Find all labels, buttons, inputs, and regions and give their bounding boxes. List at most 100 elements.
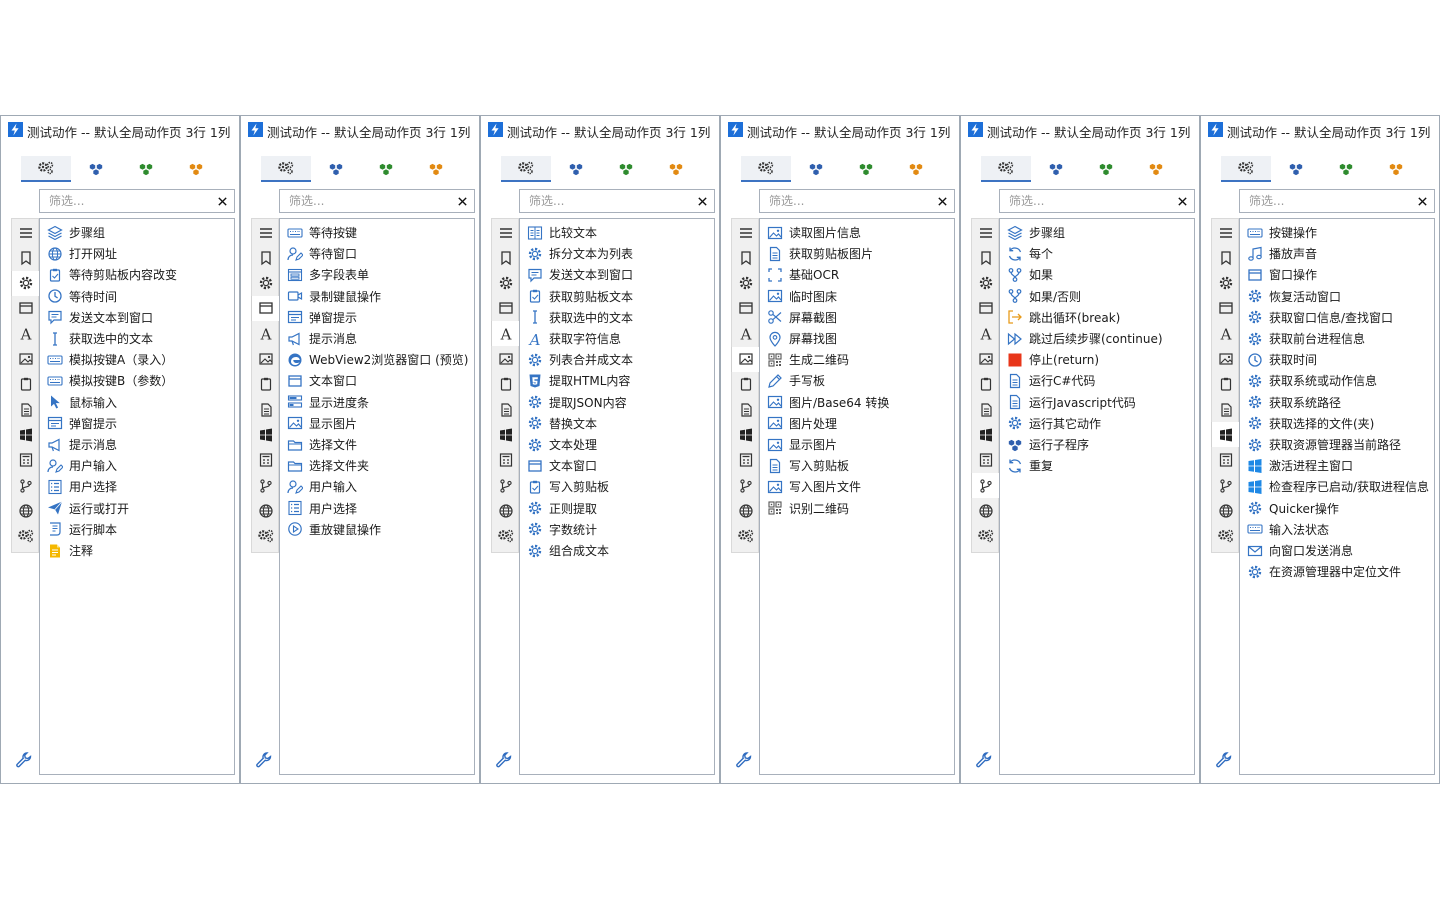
list-item[interactable]: 用户输入: [280, 476, 474, 497]
wrench-icon[interactable]: [975, 752, 993, 770]
sidebar-item-clipboard[interactable]: [492, 372, 520, 397]
sidebar-item-bookmark[interactable]: [492, 245, 520, 270]
close-icon[interactable]: [1173, 192, 1191, 210]
sidebar-item-gear[interactable]: [11, 270, 40, 296]
close-icon[interactable]: [213, 192, 231, 210]
list-item[interactable]: 鼠标输入: [40, 392, 234, 413]
sidebar-item-text[interactable]: A: [491, 321, 520, 347]
sidebar-item-document[interactable]: [12, 397, 40, 422]
list-item[interactable]: 模拟按键A（录入）: [40, 349, 234, 370]
tab-gears[interactable]: [261, 156, 311, 182]
list-item[interactable]: 文本窗口: [280, 370, 474, 391]
list-item[interactable]: 输入法状态: [1240, 519, 1434, 540]
list-item[interactable]: 图片/Base64 转换: [760, 392, 954, 413]
list-item[interactable]: 屏幕截图: [760, 307, 954, 328]
list-item[interactable]: 在资源管理器中定位文件: [1240, 561, 1434, 582]
sidebar-item-image[interactable]: [1212, 347, 1240, 372]
sidebar-item-gears[interactable]: [732, 524, 760, 549]
list-item[interactable]: 写入图片文件: [760, 476, 954, 497]
list-item[interactable]: 注释: [40, 540, 234, 561]
list-item[interactable]: WebView2浏览器窗口 (预览): [280, 349, 474, 370]
list-item[interactable]: 等待窗口: [280, 243, 474, 264]
list-item[interactable]: 组合成文本: [520, 540, 714, 561]
list-item[interactable]: 步骤组: [1000, 222, 1194, 243]
list-item[interactable]: 列表合并成文本: [520, 349, 714, 370]
list-item[interactable]: 替换文本: [520, 413, 714, 434]
tab-gears[interactable]: [1221, 156, 1271, 182]
close-icon[interactable]: [693, 192, 711, 210]
sidebar-item-clipboard[interactable]: [252, 372, 280, 397]
list-item[interactable]: 显示图片: [760, 434, 954, 455]
list-item[interactable]: 步骤组: [40, 222, 234, 243]
list-item[interactable]: 获取选择的文件(夹): [1240, 413, 1434, 434]
sidebar-item-document[interactable]: [732, 397, 760, 422]
sidebar-item-window[interactable]: [1212, 296, 1240, 321]
list-item[interactable]: 获取前台进程信息: [1240, 328, 1434, 349]
list-item[interactable]: 获取资源管理器当前路径: [1240, 434, 1434, 455]
sidebar-item-windows[interactable]: [972, 422, 1000, 447]
sidebar-item-gear[interactable]: [732, 271, 760, 296]
list-item[interactable]: 弹窗提示: [40, 413, 234, 434]
filter-input[interactable]: [1240, 190, 1410, 212]
sidebar-item-image[interactable]: [12, 347, 40, 372]
sidebar-item-branch[interactable]: [971, 473, 1000, 498]
tab-gears[interactable]: [21, 156, 71, 182]
list-item[interactable]: 播放声音: [1240, 243, 1434, 264]
list-item[interactable]: 获取剪贴板文本: [520, 286, 714, 307]
tab-cubes-orange[interactable]: [1371, 156, 1421, 182]
sidebar-item-branch[interactable]: [252, 473, 280, 498]
sidebar-item-gear[interactable]: [492, 271, 520, 296]
sidebar-item-windows[interactable]: [252, 422, 280, 447]
close-icon[interactable]: [453, 192, 471, 210]
list-item[interactable]: 恢复活动窗口: [1240, 286, 1434, 307]
sidebar-item-gear[interactable]: [1212, 271, 1240, 296]
list-item[interactable]: 跳出循环(break): [1000, 307, 1194, 328]
list-item[interactable]: 获取选中的文本: [40, 328, 234, 349]
list-item[interactable]: 正则提取: [520, 498, 714, 519]
list-item[interactable]: 用户选择: [40, 476, 234, 497]
sidebar-item-calculator[interactable]: [492, 448, 520, 473]
sidebar-item-window[interactable]: [492, 296, 520, 321]
sidebar-item-text[interactable]: A: [252, 321, 280, 346]
sidebar-item-window[interactable]: [732, 296, 760, 321]
list-item[interactable]: 向窗口发送消息: [1240, 540, 1434, 561]
list-item[interactable]: 获取系统或动作信息: [1240, 370, 1434, 391]
sidebar-item-menu[interactable]: [732, 220, 760, 245]
list-item[interactable]: 获取剪贴板图片: [760, 243, 954, 264]
sidebar-item-gears[interactable]: [12, 524, 40, 549]
list-item[interactable]: 重放键鼠操作: [280, 519, 474, 540]
title-bar[interactable]: 测试动作 -- 默认全局动作页 3行 1列: [1, 116, 239, 144]
title-bar[interactable]: 测试动作 -- 默认全局动作页 3行 1列: [241, 116, 479, 144]
sidebar-item-gears[interactable]: [252, 524, 280, 549]
list-item[interactable]: 按键操作: [1240, 222, 1434, 243]
sidebar-item-image[interactable]: [252, 347, 280, 372]
wrench-icon[interactable]: [255, 752, 273, 770]
list-item[interactable]: 激活进程主窗口: [1240, 455, 1434, 476]
list-item[interactable]: 临时图床: [760, 286, 954, 307]
filter-input[interactable]: [760, 190, 930, 212]
list-item[interactable]: 打开网址: [40, 243, 234, 264]
wrench-icon[interactable]: [495, 752, 513, 770]
list-item[interactable]: 显示进度条: [280, 392, 474, 413]
list-item[interactable]: 选择文件: [280, 434, 474, 455]
sidebar-item-text[interactable]: A: [1212, 321, 1240, 346]
tab-cubes-green[interactable]: [841, 156, 891, 182]
sidebar-item-globe[interactable]: [492, 498, 520, 523]
list-item[interactable]: 停止(return): [1000, 349, 1194, 370]
tab-cubes-orange[interactable]: [891, 156, 941, 182]
list-item[interactable]: 弹窗提示: [280, 307, 474, 328]
list-item[interactable]: 比较文本: [520, 222, 714, 243]
list-item[interactable]: 写入剪贴板: [520, 476, 714, 497]
sidebar-item-branch[interactable]: [12, 473, 40, 498]
filter-input[interactable]: [520, 190, 690, 212]
title-bar[interactable]: 测试动作 -- 默认全局动作页 3行 1列: [721, 116, 959, 144]
sidebar-item-gears[interactable]: [1212, 524, 1240, 549]
tab-gears[interactable]: [741, 156, 791, 182]
sidebar-item-branch[interactable]: [492, 473, 520, 498]
sidebar-item-document[interactable]: [972, 397, 1000, 422]
list-item[interactable]: 屏幕找图: [760, 328, 954, 349]
title-bar[interactable]: 测试动作 -- 默认全局动作页 3行 1列: [481, 116, 719, 144]
tab-gears[interactable]: [501, 156, 551, 182]
list-item[interactable]: 生成二维码: [760, 349, 954, 370]
sidebar-item-menu[interactable]: [252, 220, 280, 245]
